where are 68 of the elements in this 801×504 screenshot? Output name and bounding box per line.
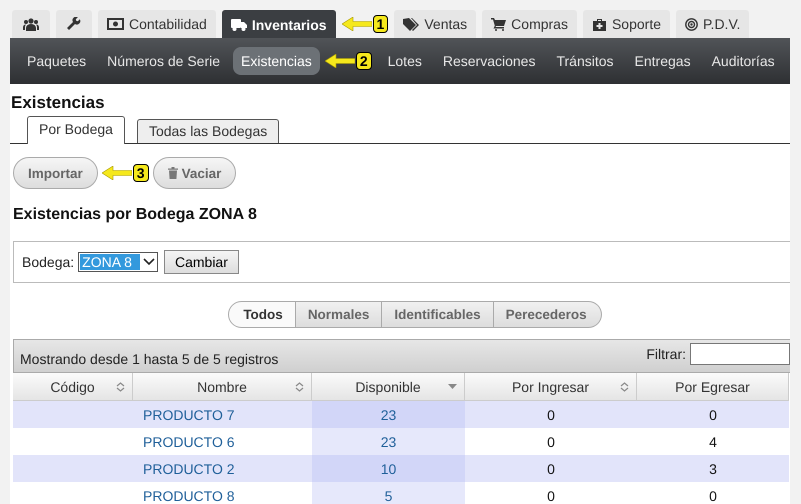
records-info: Mostrando desde 1 hasta 5 de 5 registros xyxy=(20,351,278,367)
chevron-down-icon xyxy=(142,257,156,267)
truck-icon xyxy=(230,19,247,31)
view-tab[interactable]: Por Bodega xyxy=(27,116,125,144)
page-title: Existencias xyxy=(10,92,106,114)
tags-icon xyxy=(403,18,420,30)
table-cell: 0 xyxy=(637,401,789,428)
menu-item[interactable]: Existencias xyxy=(233,47,320,75)
module-tab[interactable]: P.D.V. xyxy=(676,10,750,38)
module-tab[interactable]: Inventarios xyxy=(222,10,336,38)
filter-segment[interactable]: Todos xyxy=(228,301,296,328)
menu-item[interactable]: Lotes xyxy=(380,47,430,75)
column-header[interactable]: Código xyxy=(13,373,133,401)
module-tab[interactable]: Compras xyxy=(482,10,577,38)
table-cell: 23 xyxy=(312,401,465,428)
trash-icon xyxy=(168,167,178,179)
product-link[interactable]: PRODUCTO 8 xyxy=(143,488,235,504)
product-link[interactable]: PRODUCTO 7 xyxy=(143,406,235,422)
target-icon xyxy=(685,18,698,30)
action-button[interactable]: Vaciar xyxy=(152,157,236,189)
banknote-icon xyxy=(107,18,124,30)
action-button[interactable]: Importar xyxy=(13,157,98,189)
column-header[interactable]: Disponible xyxy=(312,373,465,401)
menu-item[interactable]: Reservaciones xyxy=(434,47,544,75)
callout-arrow xyxy=(342,17,372,31)
table-cell: 5 xyxy=(312,482,465,504)
callout-arrow xyxy=(102,166,132,180)
menu-item[interactable]: Números de Serie xyxy=(99,47,228,75)
cambiar-button[interactable]: Cambiar xyxy=(164,250,239,274)
filter-segment[interactable]: Normales xyxy=(296,301,382,328)
table-cell: 3 xyxy=(637,455,789,482)
sort-icon xyxy=(620,382,629,392)
menu-item[interactable]: Entregas xyxy=(626,47,699,75)
wrench-icon xyxy=(67,17,81,31)
column-header[interactable]: Por Ingresar xyxy=(465,373,637,401)
sort-icon xyxy=(295,382,304,392)
users-icon xyxy=(23,18,39,30)
column-header[interactable]: Nombre xyxy=(133,373,312,401)
module-tab[interactable]: Ventas xyxy=(394,10,476,38)
table-cell: 0 xyxy=(465,401,637,428)
menu-item[interactable]: Tránsitos xyxy=(548,47,622,75)
view-tab[interactable]: Todas las Bodegas xyxy=(136,119,280,143)
module-tab[interactable]: Soporte xyxy=(582,10,670,38)
callout-arrow xyxy=(324,54,355,68)
column-header[interactable]: Por Egresar xyxy=(637,373,789,401)
table-cell: 23 xyxy=(312,428,465,455)
table-cell: 0 xyxy=(465,455,637,482)
filter-segment[interactable]: Identificables xyxy=(382,301,494,328)
sort-descending-icon xyxy=(448,382,457,390)
product-link[interactable]: PRODUCTO 2 xyxy=(143,460,235,476)
medkit-icon xyxy=(592,18,607,30)
menu-item[interactable]: Paquetes xyxy=(19,47,94,75)
module-tab[interactable] xyxy=(56,10,92,38)
menu-item[interactable]: Auditorías xyxy=(704,47,783,75)
module-tab[interactable]: Contabilidad xyxy=(98,10,216,38)
section-title: Existencias por Bodega ZONA 8 xyxy=(12,205,258,225)
filter-label: Filtrar: xyxy=(646,346,686,362)
callout-number: 3 xyxy=(132,164,149,182)
callout-number: 2 xyxy=(356,52,372,70)
cart-icon xyxy=(491,18,506,30)
callout-number: 1 xyxy=(372,15,388,33)
product-link[interactable]: PRODUCTO 6 xyxy=(143,434,235,450)
table-cell: 10 xyxy=(312,455,465,482)
sort-icon xyxy=(116,382,125,392)
filter-field[interactable] xyxy=(690,343,790,365)
module-tab[interactable] xyxy=(12,10,50,38)
filter-segment[interactable]: Perecederos xyxy=(494,301,602,328)
bodega-label: Bodega: xyxy=(22,254,74,270)
